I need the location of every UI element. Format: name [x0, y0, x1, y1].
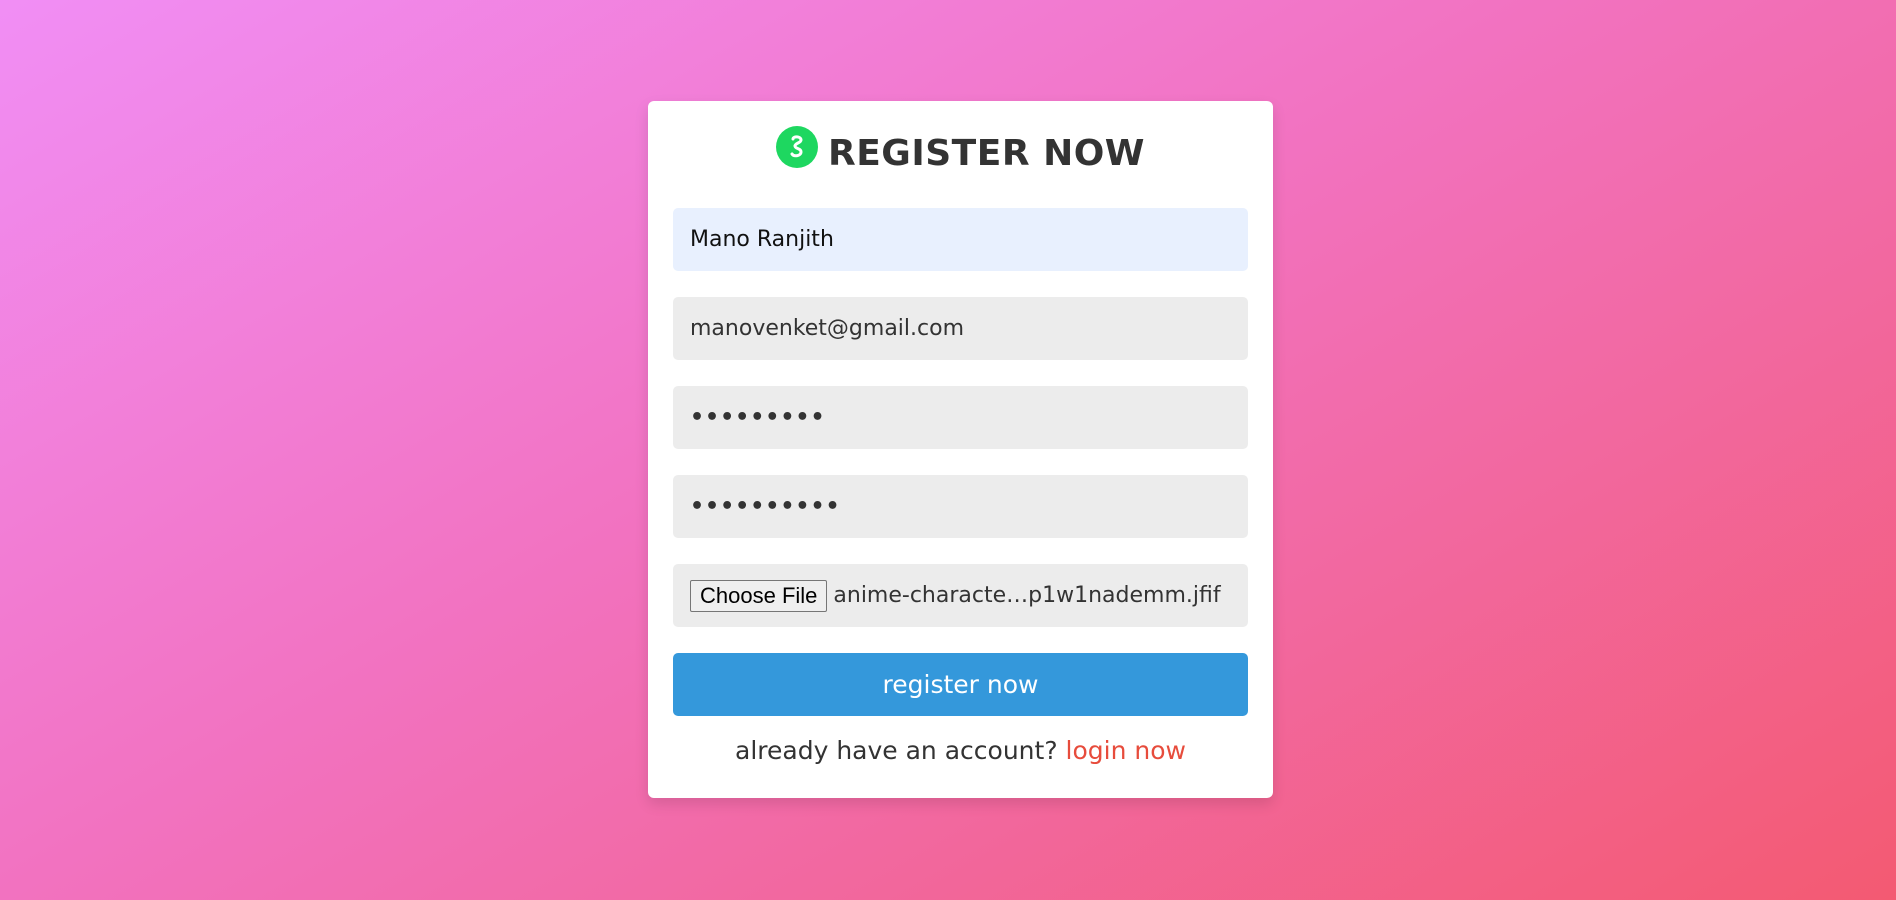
register-button-label: register now	[882, 670, 1039, 699]
register-button[interactable]: register now	[673, 653, 1248, 716]
login-prompt-text: already have an account?	[735, 736, 1058, 765]
selected-file-name: anime-characte…p1w1nademm.jfif	[833, 583, 1221, 608]
login-link[interactable]: login now	[1066, 736, 1186, 765]
page-title: REGISTER NOW	[827, 132, 1146, 174]
name-input-value: Mano Ranjith	[690, 227, 834, 252]
email-input[interactable]: manovenket@gmail.com	[673, 297, 1248, 360]
file-upload-field: Choose File anime-characte…p1w1nademm.jf…	[673, 564, 1248, 627]
email-input-value: manovenket@gmail.com	[690, 316, 965, 341]
password-input-value: •••••••••	[690, 405, 826, 430]
form-heading: REGISTER NOW	[673, 125, 1248, 181]
confirm-password-input-value: ••••••••••	[690, 494, 841, 519]
link-icon	[775, 126, 818, 168]
password-input[interactable]: •••••••••	[673, 386, 1248, 449]
choose-file-button[interactable]: Choose File	[690, 579, 828, 612]
register-form-card: REGISTER NOW Mano Ranjith manovenket@gma…	[648, 101, 1273, 798]
login-prompt: already have an account? login now	[673, 736, 1248, 765]
confirm-password-input[interactable]: ••••••••••	[673, 475, 1248, 538]
name-input[interactable]: Mano Ranjith	[673, 208, 1248, 271]
